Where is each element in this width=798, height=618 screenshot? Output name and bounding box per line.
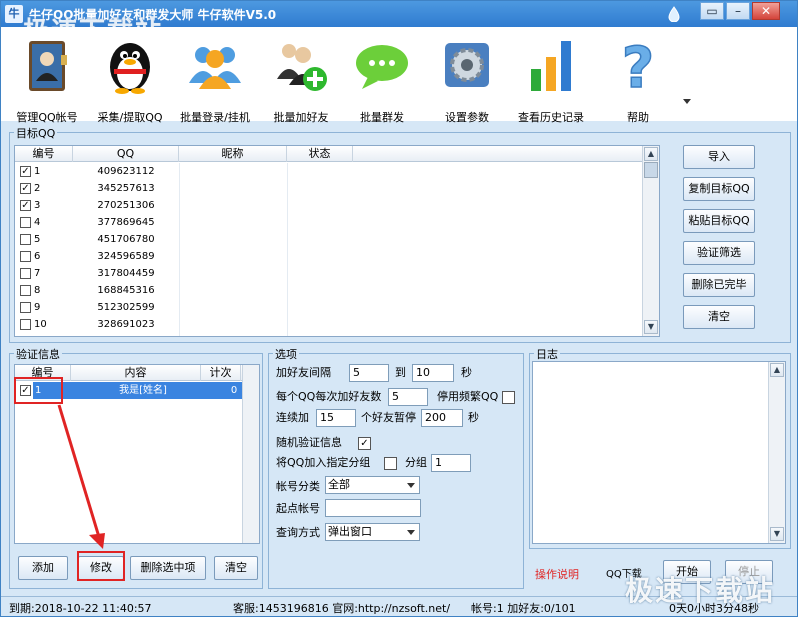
annotation-arrow-icon	[57, 404, 105, 549]
status-expire: 到期:2018-10-22 11:40:57	[9, 602, 152, 615]
status-account: 帐号:1 加好友:0/101	[471, 602, 576, 615]
main-window: 牛 牛仔QQ批量加好友和群发大师 牛仔软件V5.0 极速下载站 ▭ – ✕ 管理…	[0, 0, 798, 617]
status-service: 客服:1453196816 官网:http://nzsoft.net/	[233, 602, 451, 615]
watermark: 极速下载站	[625, 574, 776, 607]
